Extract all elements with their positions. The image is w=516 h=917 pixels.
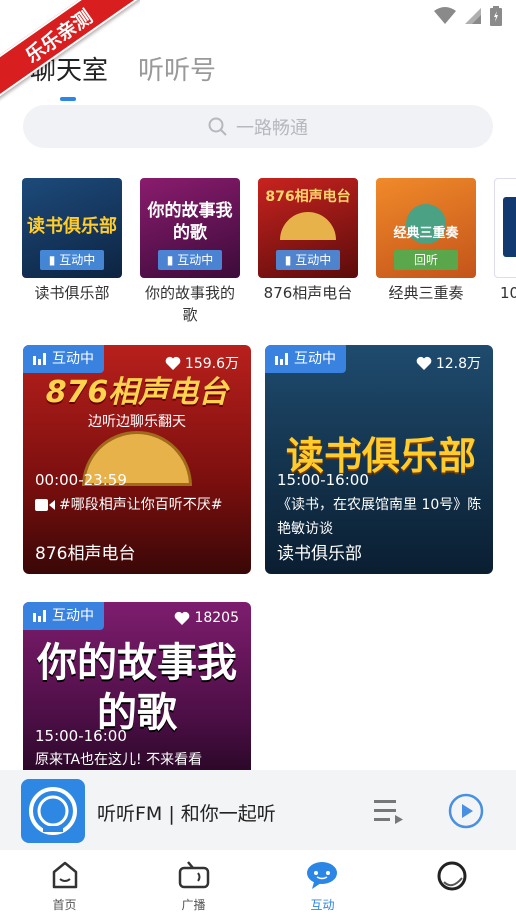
nav-interact-label: 互动 (310, 898, 335, 912)
search-bar[interactable]: 一路畅通 (23, 105, 493, 148)
wifi-icon (434, 7, 456, 24)
nav-home-label: 首页 (52, 898, 77, 912)
app-logo-icon (29, 787, 77, 835)
card-desc-text: #哪段相声让你百听不厌# (59, 497, 223, 513)
corner-ribbon: 乐乐亲测 (0, 0, 140, 110)
card-art-title: 876相声电台 (45, 375, 229, 410)
room-card[interactable]: 读书俱乐部 互动中 12.8万 15:00-16:00 《读书，在农展馆南里 1… (265, 345, 493, 574)
tab-tingting-account-label: 听听号 (138, 56, 217, 86)
featured-label: 10 (500, 284, 516, 302)
bars-icon (275, 353, 288, 365)
likes-count: 12.8万 (416, 353, 481, 373)
featured-label: 876相声电台 (263, 284, 353, 302)
featured-thumb: 经典三重奏 回听 (376, 178, 476, 278)
likes-value: 18205 (194, 610, 239, 626)
bars-icon (33, 353, 46, 365)
signal-icon (465, 8, 481, 24)
status-icons (434, 6, 502, 26)
likes-value: 159.6万 (184, 356, 239, 372)
featured-art-text: 876相声电台 (265, 189, 351, 205)
status-badge: 回听 (394, 250, 458, 270)
card-time: 15:00-16:00 (277, 471, 369, 489)
likes-count: 159.6万 (165, 353, 239, 373)
live-badge-label: 互动中 (294, 351, 336, 367)
nav-interact[interactable]: 互动 (258, 850, 387, 917)
nav-radio-label: 广播 (181, 898, 206, 912)
badge-label: 互动中 (295, 253, 332, 267)
featured-item[interactable]: 经典三重奏 回听 经典三重奏 (376, 178, 476, 304)
featured-item[interactable]: 你的故事我的歌 ▮ 互动中 你的故事我的歌 (140, 178, 240, 326)
ribbon-text: 乐乐亲测 (0, 0, 140, 107)
card-time: 15:00-16:00 (35, 727, 127, 745)
heart-icon (416, 356, 432, 370)
nav-radio[interactable]: 广播 (129, 850, 258, 917)
badge-label: 互动中 (177, 253, 214, 267)
video-icon (35, 499, 55, 511)
badge-label: 互动中 (59, 253, 96, 267)
featured-art (503, 197, 516, 257)
playlist-icon[interactable] (374, 798, 404, 824)
featured-item[interactable]: 10 (494, 178, 516, 304)
heart-icon (175, 611, 190, 625)
bottom-nav: 首页 广播 互动 (0, 850, 516, 917)
chat-icon (306, 862, 337, 889)
likes-value: 12.8万 (435, 356, 481, 372)
live-badge-label: 互动中 (52, 351, 94, 367)
featured-label: 经典三重奏 (388, 284, 464, 302)
bars-icon: ▮ (48, 253, 56, 267)
featured-row[interactable]: 读书俱乐部 ▮ 互动中 读书俱乐部 你的故事我的歌 ▮ 互动中 你的故事我的歌 … (22, 178, 516, 328)
featured-label: 你的故事我的歌 (144, 284, 235, 324)
status-badge: ▮ 互动中 (158, 250, 222, 270)
room-card[interactable]: 你的故事我的歌 互动中 18205 15:00-16:00 原来TA也在这儿! … (23, 602, 251, 772)
heart-icon (165, 356, 181, 370)
card-name: 读书俱乐部 (277, 544, 362, 564)
live-badge: 互动中 (23, 345, 104, 373)
card-name: 876相声电台 (35, 544, 136, 564)
play-icon[interactable] (448, 793, 484, 829)
bars-icon: ▮ (284, 253, 292, 267)
nav-profile[interactable] (387, 850, 516, 917)
card-desc: 原来TA也在这儿! 不来看看 (35, 752, 203, 768)
card-art-title: 你的故事我的歌 (37, 640, 237, 736)
nav-home[interactable]: 首页 (0, 850, 129, 917)
card-art-subtitle: 边听边聊乐翻天 (88, 414, 186, 430)
radio-icon (178, 861, 209, 889)
card-time: 00:00-23:59 (35, 471, 127, 489)
bars-icon: ▮ (166, 253, 174, 267)
card-desc: 《读书，在农展馆南里 10号》陈艳敏访谈 (277, 497, 482, 537)
mini-player[interactable]: 听听FM | 和你一起听 (0, 770, 516, 850)
featured-thumb (494, 178, 516, 278)
featured-item[interactable]: 读书俱乐部 ▮ 互动中 读书俱乐部 (22, 178, 122, 304)
bars-icon (33, 610, 46, 622)
battery-icon (490, 6, 502, 26)
status-badge: ▮ 互动中 (40, 250, 104, 270)
featured-label: 读书俱乐部 (34, 284, 110, 302)
player-cover[interactable] (21, 779, 85, 843)
home-icon (52, 861, 77, 889)
featured-art-text: 经典三重奏 (393, 226, 459, 241)
search-icon (208, 117, 227, 136)
live-badge: 互动中 (265, 345, 346, 373)
featured-thumb: 876相声电台 ▮ 互动中 (258, 178, 358, 278)
status-badge: ▮ 互动中 (276, 250, 340, 270)
status-bar: 乐乐亲测 (0, 0, 516, 107)
player-title: 听听FM | 和你一起听 (97, 803, 276, 825)
featured-art-text: 你的故事我的歌 (147, 201, 233, 243)
profile-icon (437, 861, 466, 891)
featured-art-text: 读书俱乐部 (27, 216, 117, 237)
tab-tingting-account[interactable]: 听听号 (138, 50, 216, 87)
likes-count: 18205 (174, 610, 239, 626)
featured-thumb: 读书俱乐部 ▮ 互动中 (22, 178, 122, 278)
search-placeholder: 一路畅通 (236, 117, 308, 139)
room-card[interactable]: 876相声电台 边听边聊乐翻天 互动中 159.6万 00:00-23:59 #… (23, 345, 251, 574)
fan-graphic (280, 212, 336, 240)
featured-thumb: 你的故事我的歌 ▮ 互动中 (140, 178, 240, 278)
featured-item[interactable]: 876相声电台 ▮ 互动中 876相声电台 (258, 178, 358, 304)
live-badge-label: 互动中 (52, 608, 94, 624)
card-desc: #哪段相声让你百听不厌# (35, 493, 241, 517)
live-badge: 互动中 (23, 602, 104, 630)
